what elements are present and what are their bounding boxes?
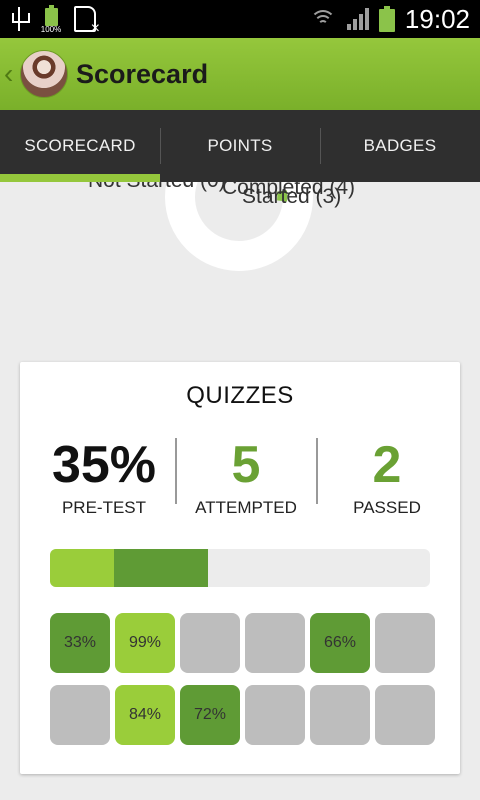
donut-label-completed: Completed (4) [222,182,356,199]
pretest-label: PRE-TEST [61,498,147,517]
quiz-cell[interactable] [180,613,240,673]
quiz-cell[interactable]: 84% [115,685,175,745]
attempted-stat: 5 ATTEMPTED [173,436,319,518]
progress-passed-segment [50,549,114,587]
quiz-cell[interactable]: 33% [50,613,110,673]
avatar[interactable] [20,50,68,98]
back-chevron-icon[interactable]: ‹ [4,58,14,90]
attempted-value: 5 [231,436,261,494]
status-bar-left: 100% [10,4,100,38]
action-bar: ‹ Scorecard [0,38,480,110]
tab-points[interactable]: POINTS [160,110,320,182]
quizzes-card: QUIZZES 35% PRE-TEST 5 ATTEMPTED 2 PASSE… [20,362,460,774]
no-sim-icon [74,6,100,38]
pretest-stat: 35% PRE-TEST [31,436,177,518]
battery-full-icon: 100% [40,4,62,34]
quizzes-title: QUIZZES [186,382,294,409]
progress-attempted-segment [114,549,208,587]
quiz-cell[interactable] [245,685,305,745]
page-title: Scorecard [76,58,209,89]
passed-stat: 2 PASSED [314,436,460,518]
quiz-cell[interactable]: 99% [115,613,175,673]
wifi-icon [309,8,337,30]
quiz-cell[interactable] [375,685,435,745]
status-bar-right: 19:02 [309,0,470,38]
activity-donut: Not Started (0) Started (3) Completed (4… [0,182,480,352]
signal-icon [346,8,369,30]
quiz-cell[interactable] [50,685,110,745]
quiz-cell[interactable]: 66% [310,613,370,673]
quiz-cell[interactable] [310,685,370,745]
battery-percent-label: 100% [40,25,62,34]
quiz-grid: 33% 99% 66% 84% 72% [50,613,436,745]
tab-scorecard[interactable]: SCORECARD [0,110,160,182]
battery-icon [378,6,395,32]
donut-label-not-started: Not Started (0) [88,182,226,193]
quiz-progress-bar [50,549,430,587]
passed-value: 2 [372,436,402,494]
usb-icon [10,5,30,33]
pretest-value: 35% [51,436,157,494]
quiz-cell[interactable] [245,613,305,673]
clock: 19:02 [404,3,470,34]
quiz-cell[interactable]: 72% [180,685,240,745]
passed-label: PASSED [353,498,421,517]
status-bar: 100% 19:02 [0,0,480,38]
quiz-cell[interactable] [375,613,435,673]
tab-bar: SCORECARD POINTS BADGES [0,110,480,182]
tab-badges[interactable]: BADGES [320,110,480,182]
attempted-label: ATTEMPTED [195,498,297,517]
